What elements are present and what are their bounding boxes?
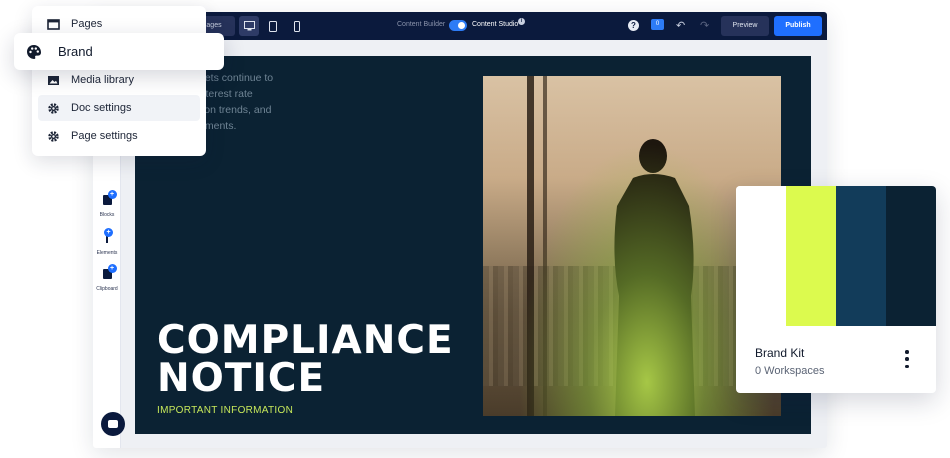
document-menu: Pages Media library Doc settings Page se… [32, 6, 206, 156]
menu-label-page-settings: Page settings [71, 130, 138, 142]
menu-item-doc-settings[interactable]: Doc settings [38, 95, 200, 121]
desktop-view-icon[interactable] [239, 16, 259, 36]
menu-item-media-library[interactable]: Media library [38, 67, 200, 93]
swatch-navy [886, 186, 936, 326]
mode-toggle[interactable] [449, 20, 467, 31]
clipboard-label: Clipboard [96, 286, 118, 292]
elements-label: Elements [96, 250, 118, 256]
brand-kit-workspaces: 0 Workspaces [755, 365, 825, 377]
blocks-tool[interactable]: + Blocks [93, 190, 121, 218]
brand-kit-title: Brand Kit [755, 346, 805, 360]
menu-item-page-settings[interactable]: Page settings [38, 123, 200, 149]
menu-item-brand[interactable]: Brand [14, 33, 224, 70]
mobile-view-icon[interactable] [287, 16, 307, 36]
swatch-lime [786, 186, 836, 326]
app-stage: ages Content Builder Content Studio i ? … [0, 0, 950, 458]
elements-tool[interactable]: + Elements [93, 228, 121, 256]
menu-label-pages: Pages [71, 18, 103, 30]
content-builder-label[interactable]: Content Builder [397, 21, 445, 28]
preview-button[interactable]: Preview [721, 16, 769, 36]
brand-kit-card[interactable]: Brand Kit 0 Workspaces [736, 186, 936, 393]
more-options-icon[interactable] [901, 350, 913, 368]
elements-icon: + [104, 228, 113, 243]
content-studio-label[interactable]: Content Studio [472, 21, 518, 28]
info-icon[interactable]: i [518, 18, 525, 25]
tablet-view-icon[interactable] [263, 16, 283, 36]
menu-label-brand: Brand [58, 44, 93, 59]
chat-icon[interactable] [101, 412, 125, 436]
clipboard-tool[interactable]: + Clipboard [93, 264, 121, 292]
gear-icon [48, 102, 59, 114]
blocks-label: Blocks [99, 212, 115, 218]
blocks-icon: + [102, 190, 117, 205]
help-icon[interactable]: ? [628, 20, 639, 31]
menu-label-doc-settings: Doc settings [71, 102, 132, 114]
window-icon [47, 18, 60, 30]
document-canvas[interactable]: ncial markets continue to hanging intere… [135, 56, 811, 434]
publish-button[interactable]: Publish [774, 16, 822, 36]
notification-badge[interactable]: 0 [651, 19, 664, 30]
swatch-blue [836, 186, 886, 326]
redo-icon[interactable]: ↷ [700, 19, 709, 32]
subtitle-text[interactable]: IMPORTANT INFORMATION [157, 405, 293, 416]
swatch-white [736, 186, 786, 326]
undo-icon[interactable]: ↶ [676, 19, 685, 32]
color-swatches [736, 186, 936, 326]
menu-label-media-library: Media library [71, 74, 134, 86]
image-icon [48, 75, 59, 85]
clipboard-icon: + [102, 264, 117, 279]
palette-icon [27, 44, 41, 59]
title-line-2[interactable]: NOTICE [157, 356, 325, 401]
gear-icon [48, 130, 59, 142]
